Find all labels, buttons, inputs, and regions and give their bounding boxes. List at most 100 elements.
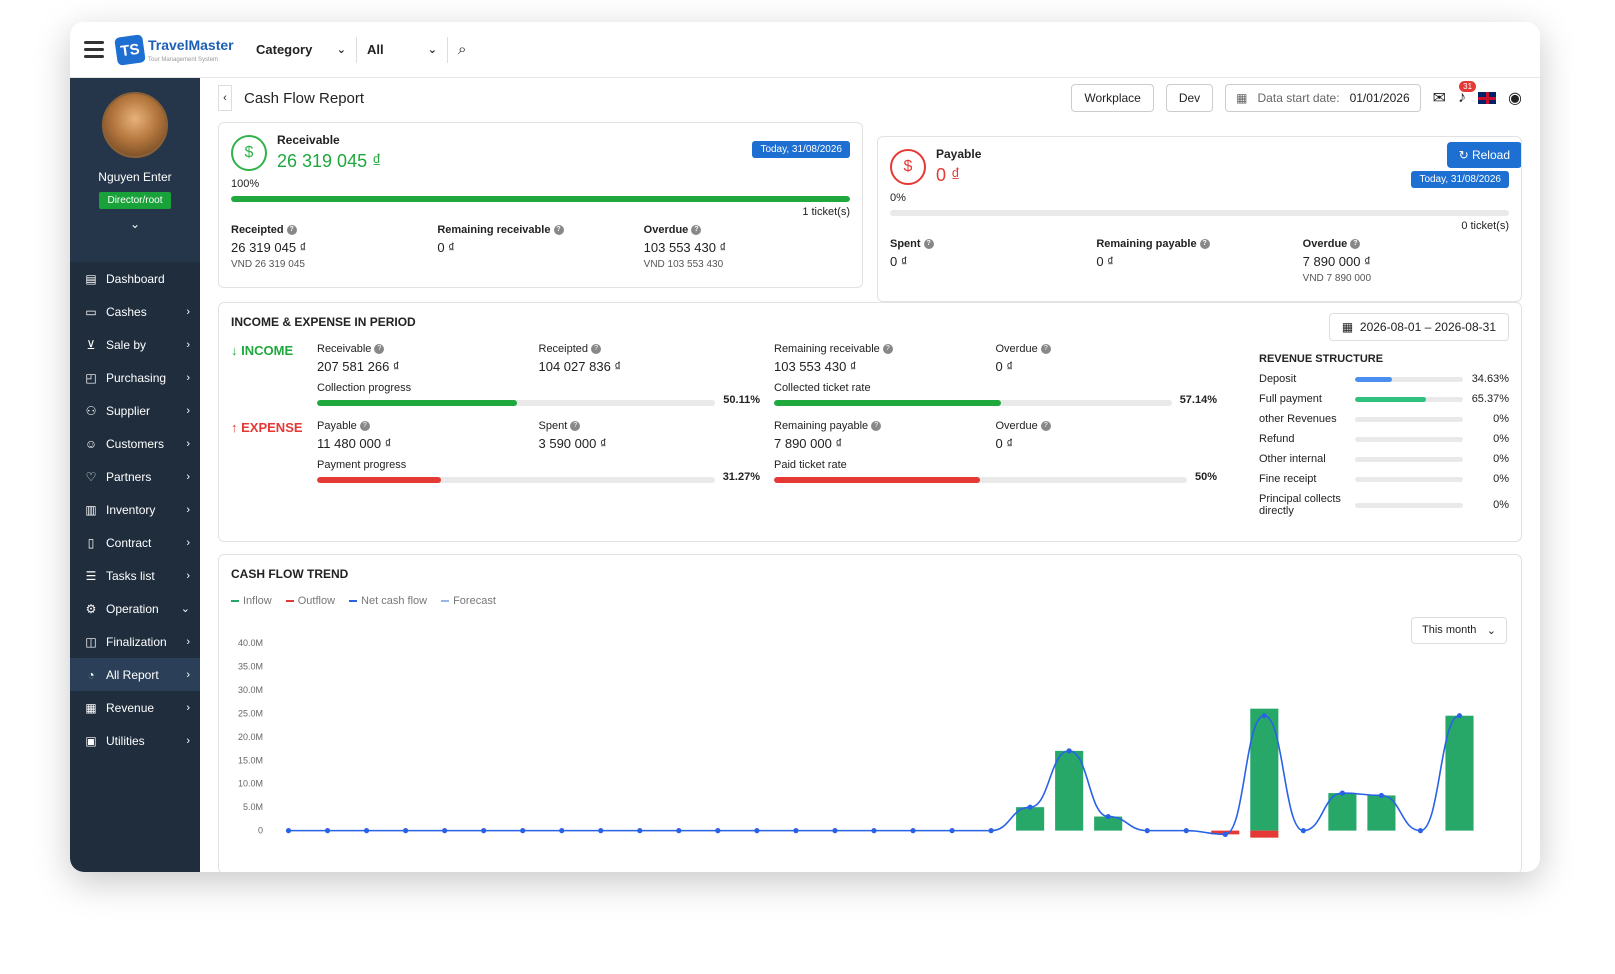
paid-ticket-rate-pct: 50% bbox=[1194, 471, 1217, 483]
logo[interactable]: TS TravelMaster Tour Management System bbox=[114, 33, 246, 66]
chevron-right-icon: › bbox=[186, 668, 190, 681]
sidebar-item-label: Finalization bbox=[106, 634, 167, 649]
revenue-row-pct: 34.63% bbox=[1471, 373, 1509, 385]
date-range-picker[interactable]: ▦ 2026-08-01 – 2026-08-31 bbox=[1328, 313, 1509, 341]
help-icon[interactable]: ? bbox=[882, 344, 893, 355]
collection-progress-label: Collection progress bbox=[317, 382, 412, 394]
payable-percent: 0% bbox=[890, 192, 906, 204]
legend-net-cash-flow[interactable]: Net cash flow bbox=[349, 595, 427, 607]
chevron-right-icon: › bbox=[186, 635, 190, 648]
chevron-right-icon: › bbox=[186, 404, 190, 417]
net-cash-flow-point bbox=[1378, 792, 1385, 799]
help-icon[interactable]: ? bbox=[553, 225, 564, 236]
help-icon[interactable]: ? bbox=[871, 421, 882, 432]
receivable-card: $ Receivable 26 319 045 ₫ Today, 31/08/2… bbox=[218, 122, 863, 288]
income-receipted-value: 104 027 836 ₫ bbox=[538, 359, 622, 374]
help-icon[interactable]: ? bbox=[286, 225, 297, 236]
help-icon[interactable]: ? bbox=[691, 225, 702, 236]
flag-uk-icon[interactable] bbox=[1478, 92, 1497, 104]
sidebar-item-all-report[interactable]: ◔ All Report › bbox=[70, 658, 200, 691]
revenue-row: other Revenues 0% bbox=[1259, 413, 1509, 425]
data-start-date[interactable]: ▦ Data start date: 01/01/2026 bbox=[1225, 84, 1421, 112]
revenue-row: Principal collects directly 0% bbox=[1259, 493, 1509, 517]
collapse-sidebar-icon[interactable]: ‹ bbox=[218, 85, 232, 111]
sidebar-item-supplier[interactable]: ⚇ Supplier › bbox=[70, 394, 200, 427]
payable-overdue-stat: Overdue ? 7 890 000 ₫ VND 7 890 000 bbox=[1303, 238, 1509, 284]
workplace-button[interactable]: Workplace bbox=[1071, 84, 1154, 112]
top-bar: TS TravelMaster Tour Management System C… bbox=[70, 22, 1540, 78]
revenue-structure-title: REVENUE STRUCTURE bbox=[1259, 353, 1384, 365]
receipted-stat: Receipted ? 26 319 045 ₫ VND 26 319 045 bbox=[231, 224, 437, 270]
bar-inflow bbox=[1367, 795, 1396, 831]
income-overdue-label: Overdue bbox=[995, 343, 1038, 355]
env-button[interactable]: Dev bbox=[1165, 84, 1214, 112]
sidebar-item-finalization[interactable]: ◫ Finalization › bbox=[70, 625, 200, 658]
supplier-icon: ⚇ bbox=[85, 403, 97, 418]
bar-inflow bbox=[1055, 750, 1084, 831]
chart-legend: Inflow Outflow Net cash flow Forecast bbox=[231, 595, 1509, 607]
help-icon[interactable]: ? bbox=[1350, 239, 1361, 250]
revenue-icon: ▦ bbox=[85, 700, 97, 715]
sidebar-item-label: Partners bbox=[106, 469, 152, 484]
y-tick-label: 15.0M bbox=[238, 755, 263, 765]
sidebar-item-sale-by[interactable]: ⊻ Sale by › bbox=[70, 328, 200, 361]
app-window: TS TravelMaster Tour Management System C… bbox=[70, 22, 1540, 872]
date-range-value: 2026-08-01 – 2026-08-31 bbox=[1359, 320, 1496, 334]
help-icon[interactable]: ? bbox=[570, 421, 581, 432]
sidebar-item-inventory[interactable]: ▥ Inventory › bbox=[70, 493, 200, 526]
sidebar-item-label: Inventory bbox=[106, 502, 156, 517]
cash-flow-trend-panel: CASH FLOW TREND Inflow Outflow Net cash … bbox=[218, 554, 1522, 872]
net-cash-flow-point bbox=[1339, 790, 1345, 796]
money-bag-icon: $ bbox=[890, 148, 926, 185]
sidebar-item-customers[interactable]: ☺ Customers › bbox=[70, 427, 200, 460]
chevron-right-icon: › bbox=[186, 701, 190, 714]
legend-outflow[interactable]: Outflow bbox=[286, 595, 335, 607]
sidebar-item-label: Utilities bbox=[106, 733, 145, 748]
sidebar-item-partners[interactable]: ♡ Partners › bbox=[70, 460, 200, 493]
revenue-row-label: Fine receipt bbox=[1259, 473, 1317, 485]
sidebar-item-dashboard[interactable]: ▤ Dashboard bbox=[70, 262, 200, 295]
legend-forecast[interactable]: Forecast bbox=[441, 595, 496, 607]
legend-inflow[interactable]: Inflow bbox=[231, 595, 272, 607]
help-icon[interactable]: ? bbox=[1040, 344, 1051, 355]
sidebar-item-tasks-list[interactable]: ☰ Tasks list › bbox=[70, 559, 200, 592]
sidebar-item-utilities[interactable]: ▣ Utilities › bbox=[70, 724, 200, 757]
bar-inflow bbox=[1445, 715, 1474, 831]
net-cash-flow-line bbox=[288, 714, 1460, 836]
net-cash-flow-point bbox=[910, 828, 916, 834]
receivable-percent: 100% bbox=[231, 178, 260, 190]
help-icon[interactable]: ? bbox=[591, 344, 602, 355]
bell-icon[interactable]: ♪ 31 bbox=[1458, 81, 1477, 107]
help-icon[interactable]: ? bbox=[923, 239, 934, 250]
sidebar-item-revenue[interactable]: ▦ Revenue › bbox=[70, 691, 200, 724]
sidebar-item-contract[interactable]: ▯ Contract › bbox=[70, 526, 200, 559]
payable-card: $ Payable 0 ₫ Today, 31/08/2026 0% 0 tic… bbox=[877, 136, 1522, 302]
sidebar-item-label: All Report bbox=[106, 667, 159, 682]
menu-icon[interactable] bbox=[84, 41, 104, 58]
account-icon[interactable]: ◉ bbox=[1508, 88, 1522, 108]
category-select[interactable]: Category ⌄ bbox=[246, 34, 356, 66]
help-icon[interactable]: ? bbox=[1199, 239, 1210, 250]
chat-icon[interactable]: ✉ bbox=[1433, 88, 1446, 108]
help-icon[interactable]: ? bbox=[359, 421, 370, 432]
avatar[interactable] bbox=[102, 92, 168, 158]
remaining-payable-stat: Remaining payable ? 0 ₫ bbox=[1096, 238, 1302, 284]
help-icon[interactable]: ? bbox=[374, 344, 385, 355]
cash-icon: ▭ bbox=[85, 304, 97, 319]
sidebar-item-label: Customers bbox=[106, 436, 165, 451]
income-expense-panel: INCOME & EXPENSE IN PERIOD ↓ INCOME Rece… bbox=[218, 302, 1522, 542]
revenue-row-pct: 0% bbox=[1493, 499, 1509, 511]
filter-select[interactable]: All ⌄ bbox=[357, 34, 447, 66]
sidebar-item-purchasing[interactable]: ◰ Purchasing › bbox=[70, 361, 200, 394]
summary-cards: $ Receivable 26 319 045 ₫ Today, 31/08/2… bbox=[218, 122, 1522, 302]
y-tick-label: 40.0M bbox=[238, 638, 263, 648]
sidebar-item-cashes[interactable]: ▭ Cashes › bbox=[70, 295, 200, 328]
sidebar-item-operation[interactable]: ⚙ Operation ⌄ bbox=[70, 592, 200, 625]
date-pill: Today, 31/08/2026 bbox=[752, 141, 850, 158]
handshake-icon: ♡ bbox=[85, 469, 97, 484]
cart-icon: ⊻ bbox=[86, 337, 96, 352]
search-icon[interactable]: ⌕ bbox=[458, 41, 466, 58]
chevron-down-icon[interactable]: ⌄ bbox=[130, 217, 140, 231]
help-icon[interactable]: ? bbox=[1040, 421, 1051, 432]
net-cash-flow-point bbox=[1261, 713, 1267, 719]
